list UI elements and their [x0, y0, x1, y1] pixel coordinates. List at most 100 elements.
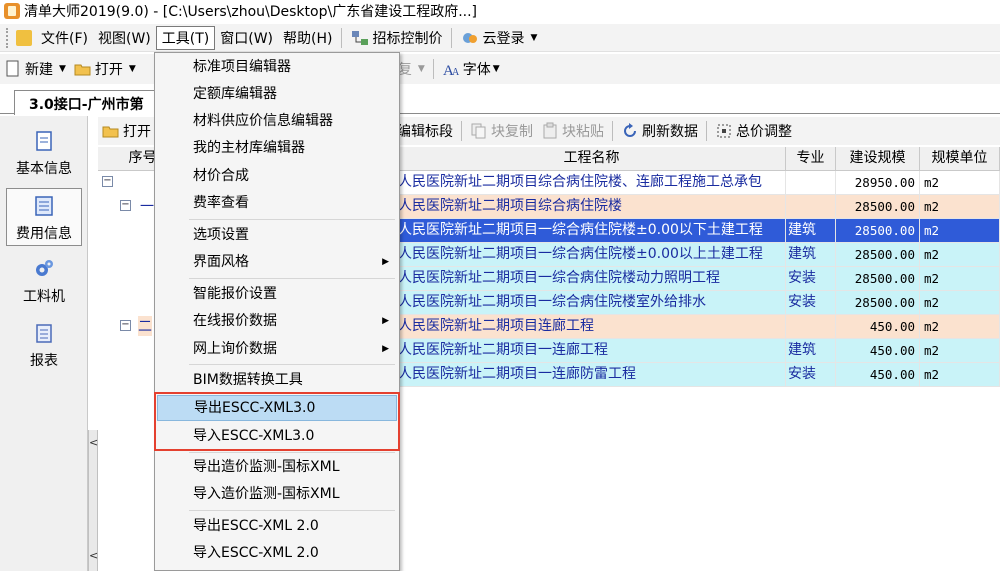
gear-icon — [36, 260, 53, 276]
menu-item-main-material-editor[interactable]: 我的主材库编辑器 — [157, 135, 397, 161]
menu-item-material-price-synthesis[interactable]: 材价合成 — [157, 163, 397, 189]
menu-item-export-escc-xml3[interactable]: 导出ESCC-XML3.0 — [157, 395, 397, 421]
toolbar-divider — [612, 121, 613, 141]
new-document-icon — [6, 60, 19, 77]
chevron-down-icon: ▼ — [530, 32, 538, 43]
chevron-right-icon: ▶ — [382, 257, 389, 267]
folder-open-icon — [74, 64, 91, 76]
toolbar-grip[interactable] — [6, 27, 12, 48]
menu-item-fee-rate-view[interactable]: 费率查看 — [157, 190, 397, 216]
chevron-left-icon: < — [89, 436, 99, 449]
chevron-down-icon: ▼ — [417, 64, 425, 74]
menu-item-bim-converter[interactable]: BIM数据转换工具 — [157, 367, 397, 393]
menu-item-import-escc-xml3[interactable]: 导入ESCC-XML3.0 — [157, 423, 397, 449]
cell-scale: 28500.00 — [836, 219, 920, 243]
cell-unit: m2 — [920, 363, 1000, 387]
cell-spec: 安装 — [786, 267, 836, 291]
folder-open-icon — [102, 126, 119, 138]
fee-list-icon — [35, 196, 53, 216]
cell-spec — [786, 195, 836, 219]
total-price-adjust-button[interactable]: 总价调整 — [711, 119, 796, 143]
document-icon — [36, 131, 52, 151]
menu-window[interactable]: 窗口(W) — [215, 26, 278, 50]
menu-item-online-quote-data[interactable]: 在线报价数据 ▶ — [157, 308, 397, 334]
menu-item-export-cost-monitor-xml[interactable]: 导出造价监测-国标XML — [157, 454, 397, 480]
chevron-right-icon: ▶ — [382, 316, 389, 326]
chevron-down-icon: ▼ — [59, 64, 66, 74]
open-item-button[interactable]: 打开 — [98, 119, 155, 143]
cell-unit: m2 — [920, 315, 1000, 339]
edit-section-button[interactable]: 编辑标段 — [393, 119, 457, 143]
nav-reports[interactable]: 报表 — [6, 316, 82, 374]
column-header-unit[interactable]: 规模单位 — [920, 147, 1000, 171]
nav-basic-info-label: 基本信息 — [16, 161, 72, 177]
report-icon — [36, 324, 52, 343]
menu-item-standard-project-editor[interactable]: 标准项目编辑器 — [157, 54, 397, 80]
menu-help[interactable]: 帮助(H) — [278, 26, 337, 50]
menu-item-material-price-editor[interactable]: 材料供应价信息编辑器 — [157, 108, 397, 134]
cell-unit: m2 — [920, 219, 1000, 243]
nav-fee-info[interactable]: 费用信息 — [6, 188, 82, 246]
nav-fee-info-label: 费用信息 — [16, 226, 72, 242]
menu-item-ui-style[interactable]: 界面风格 ▶ — [157, 249, 397, 275]
cloud-login-button[interactable]: 云登录 ▼ — [456, 26, 542, 50]
menu-item-ui-style-label: 界面风格 — [193, 254, 249, 270]
font-button[interactable]: AA 字体 ▼ — [438, 57, 504, 81]
open-button[interactable]: 打开 ▼ — [70, 57, 140, 81]
block-paste-label: 块粘贴 — [562, 124, 604, 140]
menu-item-web-inquiry-data[interactable]: 网上询价数据 ▶ — [157, 336, 397, 362]
menu-item-import-cost-monitor-xml[interactable]: 导入造价监测-国标XML — [157, 481, 397, 507]
cell-name: 人民医院新址二期项目一连廊防雷工程 — [398, 363, 786, 387]
open-item-label: 打开 — [123, 124, 151, 140]
block-copy-button[interactable]: 块复制 — [466, 119, 537, 143]
new-button[interactable]: 新建 ▼ — [0, 57, 70, 81]
refresh-data-label: 刷新数据 — [642, 124, 698, 140]
tools-dropdown-menu: 标准项目编辑器 定额库编辑器 材料供应价信息编辑器 我的主材库编辑器 材价合成 … — [154, 52, 400, 571]
menu-item-smart-quote-settings[interactable]: 智能报价设置 — [157, 281, 397, 307]
paste-icon — [543, 122, 557, 139]
column-header-spec[interactable]: 专业 — [786, 147, 836, 171]
nav-basic-info[interactable]: 基本信息 — [6, 124, 82, 182]
new-label: 新建 — [25, 62, 53, 78]
column-header-scale[interactable]: 建设规模 — [836, 147, 920, 171]
cell-name: 人民医院新址二期项目一连廊工程 — [398, 339, 786, 363]
copy-icon — [471, 123, 486, 139]
cell-name: 人民医院新址二期项目一综合病住院楼动力照明工程 — [398, 267, 786, 291]
menu-item-online-quote-label: 在线报价数据 — [193, 313, 277, 329]
block-copy-label: 块复制 — [491, 124, 533, 140]
nav-materials[interactable]: 工料机 — [6, 252, 82, 310]
cell-name: 人民医院新址二期项目综合病住院楼、连廊工程施工总承包 — [398, 171, 786, 195]
menu-item-quota-library-editor[interactable]: 定额库编辑器 — [157, 81, 397, 107]
cell-spec: 建筑 — [786, 219, 836, 243]
cell-spec: 安装 — [786, 363, 836, 387]
menu-separator — [189, 510, 395, 511]
chevron-right-icon: ▶ — [382, 344, 389, 354]
cloud-icon — [463, 32, 478, 43]
menu-item-options[interactable]: 选项设置 — [157, 222, 397, 248]
bid-control-price-button[interactable]: 招标控制价 — [346, 26, 447, 50]
cell-scale: 28500.00 — [836, 195, 920, 219]
menu-divider — [341, 27, 343, 48]
menu-item-web-inquiry-label: 网上询价数据 — [193, 341, 277, 357]
refresh-data-button[interactable]: 刷新数据 — [617, 119, 702, 143]
cell-scale: 28500.00 — [836, 243, 920, 267]
nav-collapse-handle[interactable]: < < — [88, 430, 98, 571]
menu-tools[interactable]: 工具(T) — [155, 25, 216, 50]
menu-bar: 文件(F) 视图(W) 工具(T) 窗口(W) 帮助(H) 招标控制价 云登录 … — [0, 24, 1000, 52]
cell-name: 人民医院新址二期项目一综合病住院楼±0.00以上土建工程 — [398, 243, 786, 267]
menu-item-import-escc-xml2[interactable]: 导入ESCC-XML 2.0 — [157, 540, 397, 566]
window-title: 清单大师2019(9.0) - [C:\Users\zhou\Desktop\广… — [24, 4, 478, 20]
refresh-icon — [624, 123, 636, 137]
nav-materials-label: 工料机 — [23, 289, 65, 305]
cell-scale: 28950.00 — [836, 171, 920, 195]
menu-file[interactable]: 文件(F) — [36, 26, 93, 50]
menu-divider — [451, 27, 453, 48]
column-header-name[interactable]: 工程名称 — [398, 147, 786, 171]
cell-name: 人民医院新址二期项目一综合病住院楼室外给排水 — [398, 291, 786, 315]
menu-view[interactable]: 视图(W) — [93, 26, 156, 50]
menu-separator — [189, 219, 395, 220]
font-icon: AA — [443, 63, 460, 78]
cell-name: 人民医院新址二期项目一综合病住院楼±0.00以下土建工程 — [398, 219, 786, 243]
block-paste-button[interactable]: 块粘贴 — [537, 119, 608, 143]
menu-item-export-escc-xml2[interactable]: 导出ESCC-XML 2.0 — [157, 513, 397, 539]
